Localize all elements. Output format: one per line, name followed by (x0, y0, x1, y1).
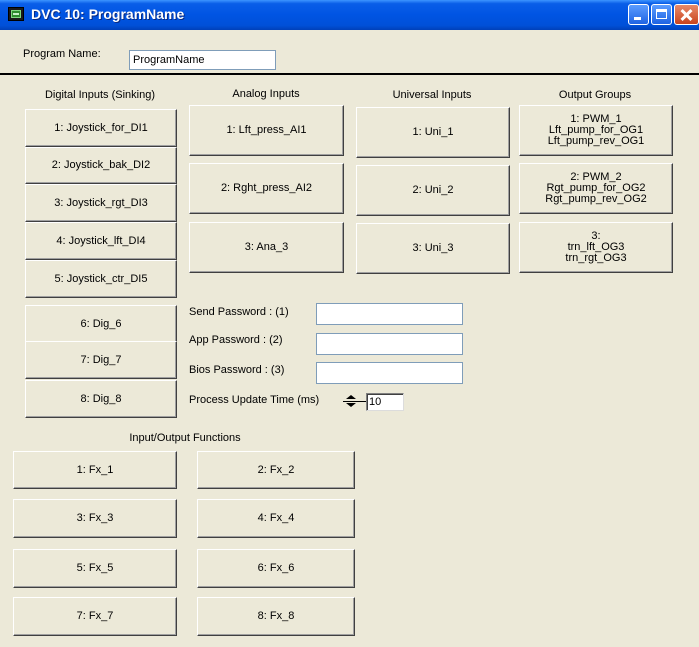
universal-input-2-button[interactable]: 2: Uni_2 (356, 165, 510, 216)
minimize-button[interactable] (628, 4, 649, 25)
analog-inputs-heading: Analog Inputs (232, 88, 300, 100)
app-password-input[interactable] (316, 333, 463, 355)
app-icon (8, 7, 24, 21)
universal-inputs-heading: Universal Inputs (392, 89, 472, 101)
header-divider (0, 73, 699, 75)
process-update-label: Process Update Time (ms) (189, 394, 320, 406)
io-function-7-button[interactable]: 7: Fx_7 (13, 597, 177, 636)
digital-input-1-button[interactable]: 1: Joystick_for_DI1 (25, 109, 177, 147)
io-function-2-button[interactable]: 2: Fx_2 (197, 451, 355, 489)
title-bar[interactable]: DVC 10: ProgramName (0, 0, 699, 30)
universal-input-3-button[interactable]: 3: Uni_3 (356, 223, 510, 274)
spinner-divider (343, 401, 367, 402)
output-groups-heading: Output Groups (558, 89, 632, 101)
analog-input-3-button[interactable]: 3: Ana_3 (189, 222, 344, 273)
analog-input-1-button[interactable]: 1: Lft_press_AI1 (189, 105, 344, 156)
output-group-2-line3: Rgt_pump_rev_OG2 (545, 193, 647, 205)
digital-input-3-button[interactable]: 3: Joystick_rgt_DI3 (25, 184, 177, 222)
digital-input-2-button[interactable]: 2: Joystick_bak_DI2 (25, 147, 177, 184)
digital-inputs-heading: Digital Inputs (Sinking) (44, 89, 156, 101)
digital-input-6-button[interactable]: 6: Dig_6 (25, 305, 177, 343)
output-group-2-button[interactable]: 2: PWM_2 Rgt_pump_for_OG2 Rgt_pump_rev_O… (519, 163, 673, 214)
io-function-6-button[interactable]: 6: Fx_6 (197, 549, 355, 588)
io-functions-heading: Input/Output Functions (129, 432, 241, 444)
output-group-1-button[interactable]: 1: PWM_1 Lft_pump_for_OG1 Lft_pump_rev_O… (519, 105, 673, 156)
io-function-5-button[interactable]: 5: Fx_5 (13, 549, 177, 588)
io-function-4-button[interactable]: 4: Fx_4 (197, 499, 355, 538)
send-password-input[interactable] (316, 303, 463, 325)
process-update-input[interactable] (366, 393, 404, 411)
digital-input-5-button[interactable]: 5: Joystick_ctr_DI5 (25, 260, 177, 298)
spinner-down-icon[interactable] (346, 403, 356, 407)
program-name-label: Program Name: (23, 48, 101, 60)
program-name-input[interactable] (129, 50, 276, 70)
analog-input-2-button[interactable]: 2: Rght_press_AI2 (189, 163, 344, 214)
window-title: DVC 10: ProgramName (31, 6, 185, 22)
send-password-label: Send Password : (1) (189, 306, 289, 318)
process-update-spinner[interactable] (343, 394, 367, 408)
digital-input-4-button[interactable]: 4: Joystick_lft_DI4 (25, 222, 177, 260)
bios-password-input[interactable] (316, 362, 463, 384)
digital-input-8-button[interactable]: 8: Dig_8 (25, 380, 177, 418)
io-function-3-button[interactable]: 3: Fx_3 (13, 499, 177, 538)
bios-password-label: Bios Password : (3) (189, 364, 285, 376)
close-button[interactable] (674, 4, 699, 25)
output-group-3-button[interactable]: 3: trn_lft_OG3 trn_rgt_OG3 (519, 222, 673, 273)
spinner-up-icon[interactable] (346, 395, 356, 399)
maximize-button[interactable] (651, 4, 672, 25)
digital-input-7-button[interactable]: 7: Dig_7 (25, 341, 177, 379)
universal-input-1-button[interactable]: 1: Uni_1 (356, 107, 510, 158)
main-window: DVC 10: ProgramName Program Name: Digita… (0, 0, 699, 647)
app-password-label: App Password : (2) (189, 334, 283, 346)
output-group-3-line3: trn_rgt_OG3 (565, 252, 627, 264)
output-group-1-line3: Lft_pump_rev_OG1 (547, 135, 645, 147)
io-function-8-button[interactable]: 8: Fx_8 (197, 597, 355, 636)
io-function-1-button[interactable]: 1: Fx_1 (13, 451, 177, 489)
